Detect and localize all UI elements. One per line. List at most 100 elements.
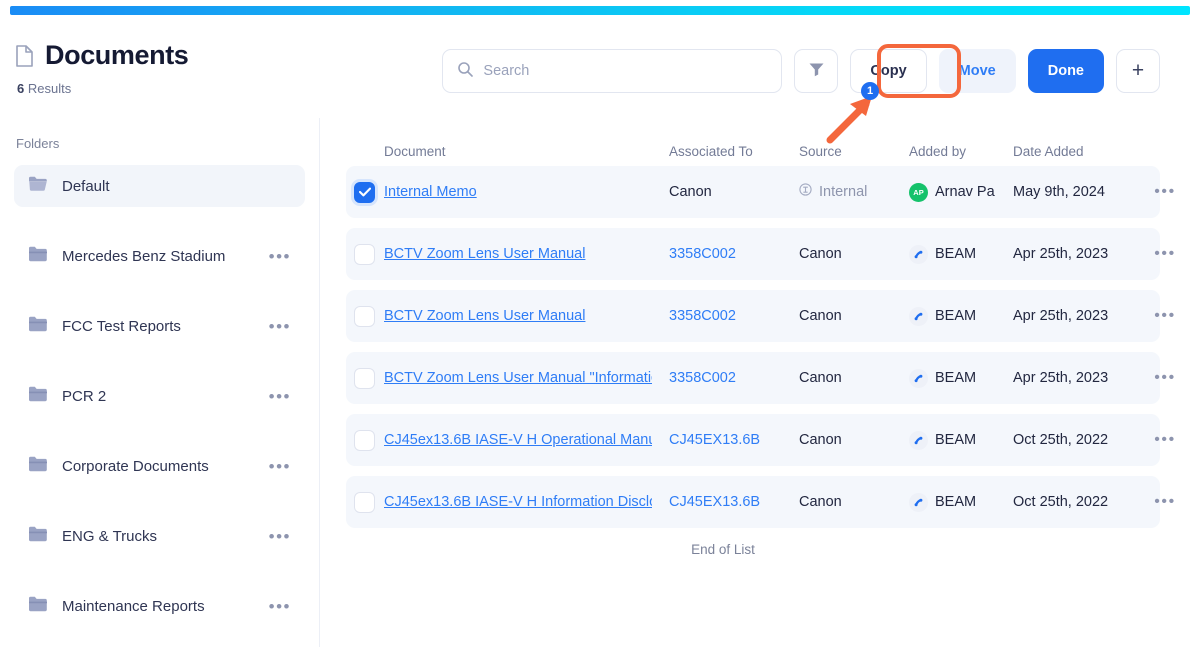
folder-label: Default [62, 177, 110, 195]
folder-item-corporate-documents[interactable]: Corporate Documents ••• [14, 445, 305, 487]
done-button[interactable]: Done [1027, 49, 1104, 93]
added-by-value: BEAM [935, 432, 977, 448]
source-value: Canon [799, 308, 842, 324]
filter-button[interactable] [794, 49, 839, 93]
row-checkbox[interactable] [354, 367, 375, 389]
toolbar: Copy Move Done + [442, 49, 1160, 93]
header-added-by: Added by [909, 143, 967, 159]
folder-menu-icon[interactable]: ••• [269, 458, 291, 475]
folder-icon [28, 385, 48, 407]
header-associated-to: Associated To [669, 143, 753, 159]
add-button[interactable]: + [1116, 49, 1160, 93]
source-value: Canon [799, 370, 842, 386]
search-box[interactable] [442, 49, 783, 93]
folder-menu-icon[interactable]: ••• [269, 248, 291, 265]
date-added-value: Oct 25th, 2022 [1013, 432, 1109, 448]
document-name-link[interactable]: CJ45ex13.6B IASE-V H Information Disclos… [384, 494, 652, 510]
date-added-value: Apr 25th, 2023 [1013, 246, 1109, 262]
associated-to-value[interactable]: CJ45EX13.6B [669, 432, 760, 448]
folder-menu-icon[interactable]: ••• [269, 528, 291, 545]
added-by-value: BEAM [935, 370, 977, 386]
results-number: 6 [17, 81, 25, 96]
results-word: Results [27, 81, 72, 96]
folder-label: FCC Test Reports [62, 317, 181, 335]
row-menu-icon[interactable]: ••• [1154, 308, 1176, 324]
row-checkbox[interactable] [354, 305, 375, 327]
title-block: Documents 6 Results [16, 40, 189, 96]
move-button[interactable]: Move [938, 49, 1016, 93]
folder-item-mercedes-benz-stadium[interactable]: Mercedes Benz Stadium ••• [14, 235, 305, 277]
source-value: Internal [819, 184, 868, 200]
folder-icon [28, 315, 48, 337]
folder-label: ENG & Trucks [62, 527, 158, 545]
source-value: Canon [799, 494, 842, 510]
folder-item-default[interactable]: Default [14, 165, 305, 207]
app-window: Documents 6 Results Search Copy Move Don… [0, 0, 1200, 655]
document-name-link[interactable]: BCTV Zoom Lens User Manual [384, 246, 652, 262]
table-row[interactable]: BCTV Zoom Lens User Manual 3358C002 Canon B… [346, 290, 1174, 342]
folder-item-maintenance-reports[interactable]: Maintenance Reports ••• [14, 585, 305, 627]
table-row[interactable]: CJ45ex13.6B IASE-V H Information Disclos… [346, 476, 1174, 528]
folder-menu-icon[interactable]: ••• [269, 318, 291, 335]
folder-item-fcc-test-reports[interactable]: FCC Test Reports ••• [14, 305, 305, 347]
added-by-value: BEAM [935, 494, 977, 510]
date-added-value: Oct 25th, 2022 [1013, 494, 1109, 510]
table-row[interactable]: Internal Memo Canon Internal AP Arnav Pa May … [346, 166, 1174, 218]
table-row[interactable]: BCTV Zoom Lens User Manual "Information … [346, 352, 1174, 404]
document-icon [16, 44, 33, 67]
search-icon [457, 61, 474, 82]
row-checkbox[interactable] [354, 243, 375, 265]
date-added-value: Apr 25th, 2023 [1013, 370, 1109, 386]
table-row[interactable]: CJ45ex13.6B IASE-V H Operational Manual C… [346, 414, 1174, 466]
documents-table: Document Associated To Source Added by D… [320, 118, 1200, 647]
document-name-link[interactable]: BCTV Zoom Lens User Manual "Information … [384, 370, 652, 386]
folder-icon [28, 595, 48, 617]
document-name-link[interactable]: BCTV Zoom Lens User Manual [384, 308, 652, 324]
added-by-value: Arnav Pa [935, 184, 995, 200]
annotation-step-badge: 1 [861, 82, 879, 100]
row-menu-icon[interactable]: ••• [1154, 370, 1176, 386]
associated-to-value[interactable]: 3358C002 [669, 246, 736, 262]
associated-to-value[interactable]: 3358C002 [669, 370, 736, 386]
associated-to-value: Canon [669, 184, 712, 200]
row-checkbox[interactable] [354, 491, 375, 513]
associated-to-value[interactable]: CJ45EX13.6B [669, 494, 760, 510]
row-checkbox[interactable] [354, 181, 375, 203]
folder-label: Corporate Documents [62, 457, 209, 475]
table-body: Internal Memo Canon Internal AP Arnav Pa May … [346, 166, 1174, 528]
folder-label: Mercedes Benz Stadium [62, 247, 226, 265]
row-menu-icon[interactable]: ••• [1154, 432, 1176, 448]
row-checkbox[interactable] [354, 429, 375, 451]
associated-to-value[interactable]: 3358C002 [669, 308, 736, 324]
annotation-arrow-icon [826, 92, 882, 149]
row-menu-icon[interactable]: ••• [1154, 494, 1176, 510]
date-added-value: May 9th, 2024 [1013, 184, 1105, 200]
beam-logo-icon [909, 492, 928, 512]
folder-item-pcr-2[interactable]: PCR 2 ••• [14, 375, 305, 417]
content-area: Folders Default Mercedes Benz Stadium ••• F… [0, 118, 1200, 647]
search-input[interactable] [483, 63, 768, 79]
folder-icon [28, 525, 48, 547]
filter-icon [808, 61, 825, 82]
document-name-link[interactable]: Internal Memo [384, 184, 652, 200]
folders-sidebar: Folders Default Mercedes Benz Stadium ••• F… [0, 118, 320, 647]
document-name-link[interactable]: CJ45ex13.6B IASE-V H Operational Manual [384, 432, 652, 448]
folder-menu-icon[interactable]: ••• [269, 598, 291, 615]
page-header: Documents 6 Results Search Copy Move Don… [0, 22, 1200, 118]
folders-heading: Folders [16, 136, 60, 151]
page-title: Documents [45, 40, 189, 70]
folder-list: Default Mercedes Benz Stadium ••• FCC Test … [0, 165, 319, 627]
folder-menu-icon[interactable]: ••• [269, 388, 291, 405]
added-by-value: BEAM [935, 246, 977, 262]
table-header-row: Document Associated To Source Added by D… [346, 136, 1160, 166]
header-date-added: Date Added [1013, 143, 1084, 159]
row-menu-icon[interactable]: ••• [1154, 184, 1176, 200]
internal-source-icon [799, 183, 812, 201]
folder-icon [28, 455, 48, 477]
results-count: 6 Results [17, 81, 188, 96]
table-row[interactable]: BCTV Zoom Lens User Manual 3358C002 Canon B… [346, 228, 1174, 280]
folder-item-eng-trucks[interactable]: ENG & Trucks ••• [14, 515, 305, 557]
folder-icon [28, 245, 48, 267]
folder-icon [28, 175, 48, 197]
row-menu-icon[interactable]: ••• [1154, 246, 1176, 262]
